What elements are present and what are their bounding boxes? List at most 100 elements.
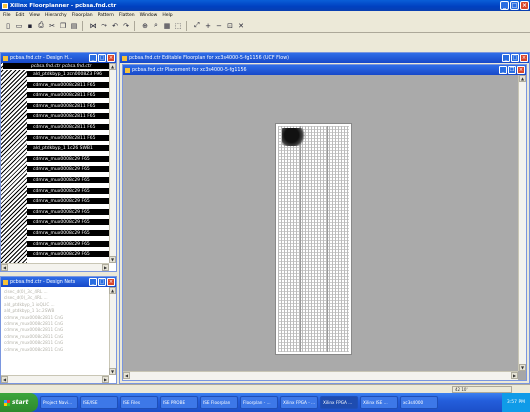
hierarchy-item[interactable]: cdmrw_mux0008c2811 F65 [27,124,109,131]
hierarchy-root[interactable]: pcbsa.fnd.ctr pcbsa.fnd.ctr [3,63,109,70]
taskbar-item[interactable]: Floorplan - ... [240,396,278,409]
hier-maximize-button[interactable]: □ [98,54,106,62]
scroll-down-icon[interactable]: ▼ [109,256,116,263]
taskbar-item[interactable]: ISE Files [120,396,158,409]
nets-maximize-button[interactable]: □ [98,278,106,286]
scroll-down-icon[interactable]: ▼ [109,368,116,375]
hierarchy-list[interactable]: pcbsa.fnd.ctr pcbsa.fnd.ctr ald_ptdkbyp_… [1,63,109,263]
scroll-right-icon[interactable]: ▶ [102,264,109,271]
start-button[interactable]: start [0,393,38,412]
hierarchy-item[interactable]: cdmrw_mux0008c29 F65 [27,187,109,195]
scroll-up-icon[interactable]: ▲ [109,287,116,294]
zoom-out-icon[interactable]: − [214,21,224,31]
placement-minimize-button[interactable]: _ [499,66,507,74]
cut-icon[interactable]: ✂ [47,21,57,31]
hierarchy-item[interactable]: cdmrw_mux0008c29 F65 [27,219,109,227]
menu-view[interactable]: View [29,13,40,18]
fpga-die[interactable] [275,123,352,355]
nets-minimize-button[interactable]: _ [89,278,97,286]
menu-hierarchy[interactable]: Hierarchy [45,13,67,18]
design-nets-panel: pcbsa.fnd.ctr - Design Nets _ □ × clsec_… [0,276,117,384]
scroll-right-icon[interactable]: ▶ [102,376,109,383]
hierarchy-item[interactable]: cdmrw_mux0008c29 F65 [27,240,109,248]
hierarchy-item[interactable]: ald_ptdkbyp_1 zcn0008Z3 F96 [27,71,109,78]
menu-help[interactable]: Help [162,13,172,18]
net-item[interactable]: cdmrw_mux0008c2811 CnG [4,347,108,353]
grid-icon[interactable]: ▦ [162,21,172,31]
scroll-down-icon[interactable]: ▼ [519,364,526,371]
nets-close-button[interactable]: × [107,278,115,286]
placed-logic-cluster[interactable] [282,128,306,146]
menu-file[interactable]: File [3,13,11,18]
nets-horizontal-scrollbar[interactable]: ◀ ▶ [1,375,109,383]
hierarchy-item[interactable]: cdmrw_mux0008c29 F65 [27,230,109,237]
canvas-horizontal-scrollbar[interactable]: ◀ ▶ [123,371,518,380]
hier-minimize-button[interactable]: _ [89,54,97,62]
scroll-left-icon[interactable]: ◀ [1,376,8,383]
zoom-full-icon[interactable]: ⤢ [192,21,202,31]
zoom-in-icon[interactable]: + [203,21,213,31]
hier-horizontal-scrollbar[interactable]: ◀ ▶ [1,263,109,271]
hier-vertical-scrollbar[interactable]: ▲ ▼ [109,63,116,263]
hierarchy-item[interactable]: cdmrw_mux0008c29 F65 [27,208,109,216]
taskbar-item[interactable]: xc3s4000 [400,396,438,409]
hierarchy-item[interactable]: cdmrw_mux0008c2811 F65 [27,113,109,121]
scroll-left-icon[interactable]: ◀ [123,372,130,379]
taskbar-item[interactable]: ISE PROBE [160,396,198,409]
hierarchy-item[interactable]: cdmrw_mux0008c2811 F65 [27,81,109,89]
hierarchy-item[interactable]: cdmrw_mux0008c2811 F65 [27,102,109,110]
save-icon[interactable]: ▪ [25,21,35,31]
select-icon[interactable]: ⬚ [173,21,183,31]
maximize-button[interactable]: □ [510,1,519,10]
scroll-up-icon[interactable]: ▲ [109,63,116,70]
menu-pattern[interactable]: Pattern [98,13,114,18]
taskbar-item[interactable]: Xilinx FPGA ... [320,396,358,409]
placement-close-button[interactable]: × [517,66,525,74]
hierarchy-item[interactable]: cdmrw_mux0008c2811 F65 [27,92,109,100]
open-icon[interactable]: ▭ [14,21,24,31]
taskbar-item[interactable]: Project Navi... [40,396,78,409]
hierarchy-item[interactable]: cdmrw_mux0008c29 F65 [27,166,109,174]
minimize-button[interactable]: _ [500,1,509,10]
placement-canvas[interactable] [123,75,518,371]
menu-floorplan[interactable]: Floorplan [72,13,93,18]
paste-icon[interactable]: ▤ [69,21,79,31]
hierarchy-item[interactable]: ald_ptdkbyp_1 1c26 SWB1 [27,145,109,153]
flightline-icon[interactable]: ⤳ [99,21,109,31]
hier-close-button[interactable]: × [107,54,115,62]
scroll-right-icon[interactable]: ▶ [511,372,518,379]
print-icon[interactable]: ⎙ [36,21,46,31]
copy-icon[interactable]: ❐ [58,21,68,31]
placement-restore-button[interactable]: ❐ [508,66,516,74]
menu-window[interactable]: Window [140,13,158,18]
search-icon[interactable]: ⌕ [151,21,161,31]
scroll-up-icon[interactable]: ▲ [519,75,526,82]
zoom-icon[interactable]: ⊕ [140,21,150,31]
hierarchy-item[interactable]: cdmrw_mux0008c29 F65 [27,251,109,259]
menu-flatten[interactable]: Flatten [119,13,135,18]
hierarchy-item[interactable]: cdmrw_mux0008c29 F65 [27,177,109,184]
taskbar-item[interactable]: Xilinx FPGA - ... [280,396,318,409]
floorplan-maximize-button[interactable]: □ [511,54,519,62]
close-button[interactable]: × [520,1,529,10]
system-tray-clock[interactable]: 3:57 PM [502,393,530,412]
new-icon[interactable]: ▯ [3,21,13,31]
hierarchy-item[interactable]: cdmrw_mux0008c29 F65 [27,155,109,163]
floorplan-close-button[interactable]: × [520,54,528,62]
redo-icon[interactable]: ↷ [121,21,131,31]
hierarchy-item[interactable]: cdmrw_mux0008c29 F65 [27,198,109,206]
hierarchy-item[interactable]: cdmrw_mux0008c2811 F65 [27,134,109,142]
floorplan-minimize-button[interactable]: _ [502,54,510,62]
nets-vertical-scrollbar[interactable]: ▲ ▼ [109,287,116,375]
delete-icon[interactable]: ✕ [236,21,246,31]
rats-icon[interactable]: ⋈ [88,21,98,31]
undo-icon[interactable]: ↶ [110,21,120,31]
nets-list[interactable]: clsec_d(0)_3c_4RL ... clsec_d(0)_3c_4RL .… [4,289,108,373]
canvas-vertical-scrollbar[interactable]: ▲ ▼ [518,75,526,371]
fit-icon[interactable]: ⊡ [225,21,235,31]
taskbar-item[interactable]: ISE/ISE [80,396,118,409]
menu-edit[interactable]: Edit [16,13,25,18]
taskbar-item[interactable]: ISE Floorplan [200,396,238,409]
taskbar-item[interactable]: Xilinx ISE ... [360,396,398,409]
scroll-left-icon[interactable]: ◀ [1,264,8,271]
